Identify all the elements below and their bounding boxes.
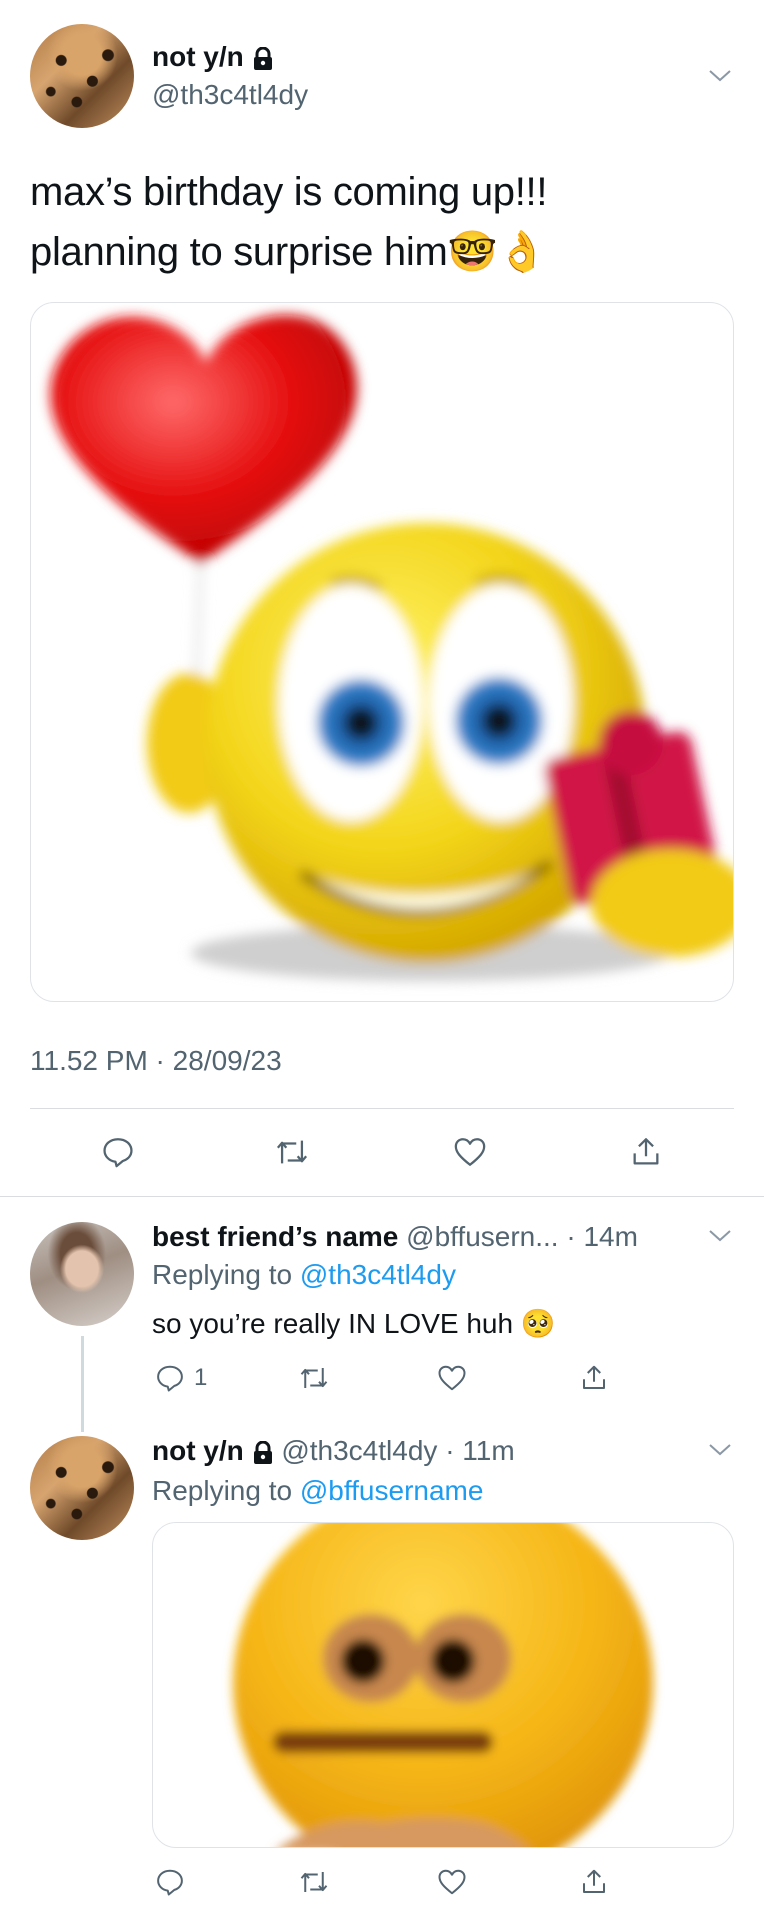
tweet-media-image[interactable] [30, 302, 734, 1002]
share-icon [583, 1365, 605, 1389]
reply-text: so you’re really IN LOVE huh 🥺 [152, 1308, 556, 1339]
display-name[interactable]: not y/n [152, 1435, 244, 1466]
replying-to-label: Replying to [152, 1475, 293, 1506]
reply-icon [157, 1869, 183, 1896]
reply-header: not y/n @th3c4tl4dy · 11m [152, 1434, 515, 1468]
tweet-time[interactable]: · 11m [445, 1435, 515, 1466]
tweet-text: max’s birthday is coming up!!! planning … [30, 162, 547, 282]
reply-button[interactable] [150, 1358, 190, 1398]
tweet-timestamp[interactable]: 11.52 PM · 28/09/23 [30, 1044, 282, 1078]
tweet-time[interactable]: · 14m [566, 1221, 638, 1252]
handle[interactable]: @th3c4tl4dy [152, 78, 308, 112]
avatar[interactable] [30, 1222, 134, 1326]
display-name[interactable]: best friend’s name [152, 1221, 398, 1252]
heart-icon [438, 1365, 466, 1391]
share-button[interactable] [626, 1132, 666, 1172]
retweet-icon [300, 1368, 328, 1388]
replying-to-link[interactable]: @th3c4tl4dy [300, 1259, 456, 1290]
reply-icon [157, 1365, 183, 1392]
chevron-down-icon[interactable] [708, 1438, 732, 1462]
tweet-text-line: planning to surprise him🤓👌 [30, 230, 547, 274]
reply-count: 1 [194, 1364, 208, 1391]
main-tweet-author[interactable]: not y/n [152, 40, 274, 74]
reply-media-image[interactable] [152, 1522, 734, 1848]
divider [30, 1108, 734, 1109]
like-button[interactable] [450, 1132, 490, 1172]
retweet-icon [276, 1140, 308, 1164]
handle[interactable]: @th3c4tl4dy [281, 1435, 437, 1466]
awkward-smiley-image [233, 1523, 653, 1847]
like-button[interactable] [432, 1862, 472, 1902]
share-button[interactable] [574, 1358, 614, 1398]
reply-button[interactable] [98, 1132, 138, 1172]
heart-icon [454, 1138, 486, 1166]
share-icon [633, 1138, 659, 1165]
replying-to: Replying to @th3c4tl4dy [152, 1258, 456, 1292]
avatar[interactable] [30, 24, 134, 128]
smiley-balloon-image [50, 314, 733, 981]
share-button[interactable] [574, 1862, 614, 1902]
retweet-button[interactable] [294, 1358, 334, 1398]
divider [0, 1196, 764, 1197]
retweet-button[interactable] [294, 1862, 334, 1902]
share-icon [583, 1869, 605, 1893]
replying-to-label: Replying to [152, 1259, 293, 1290]
reply-button[interactable] [150, 1862, 190, 1902]
handle[interactable]: @bffusern... [406, 1221, 558, 1252]
display-name[interactable]: not y/n [152, 41, 244, 72]
retweet-icon [300, 1872, 328, 1892]
chevron-down-icon[interactable] [708, 64, 732, 88]
tweet-text-line: max’s birthday is coming up!!! [30, 170, 548, 214]
like-button[interactable] [432, 1358, 472, 1398]
avatar[interactable] [30, 1436, 134, 1540]
reply-header: best friend’s name @bffusern... · 14m [152, 1220, 638, 1254]
chevron-down-icon[interactable] [708, 1224, 732, 1248]
heart-icon [438, 1869, 466, 1895]
thread-line [81, 1336, 84, 1432]
lock-icon [253, 46, 272, 70]
replying-to-link[interactable]: @bffusername [300, 1475, 484, 1506]
replying-to: Replying to @bffusername [152, 1474, 483, 1508]
lock-icon [253, 1440, 272, 1464]
retweet-button[interactable] [272, 1132, 312, 1172]
reply-icon [103, 1138, 133, 1168]
